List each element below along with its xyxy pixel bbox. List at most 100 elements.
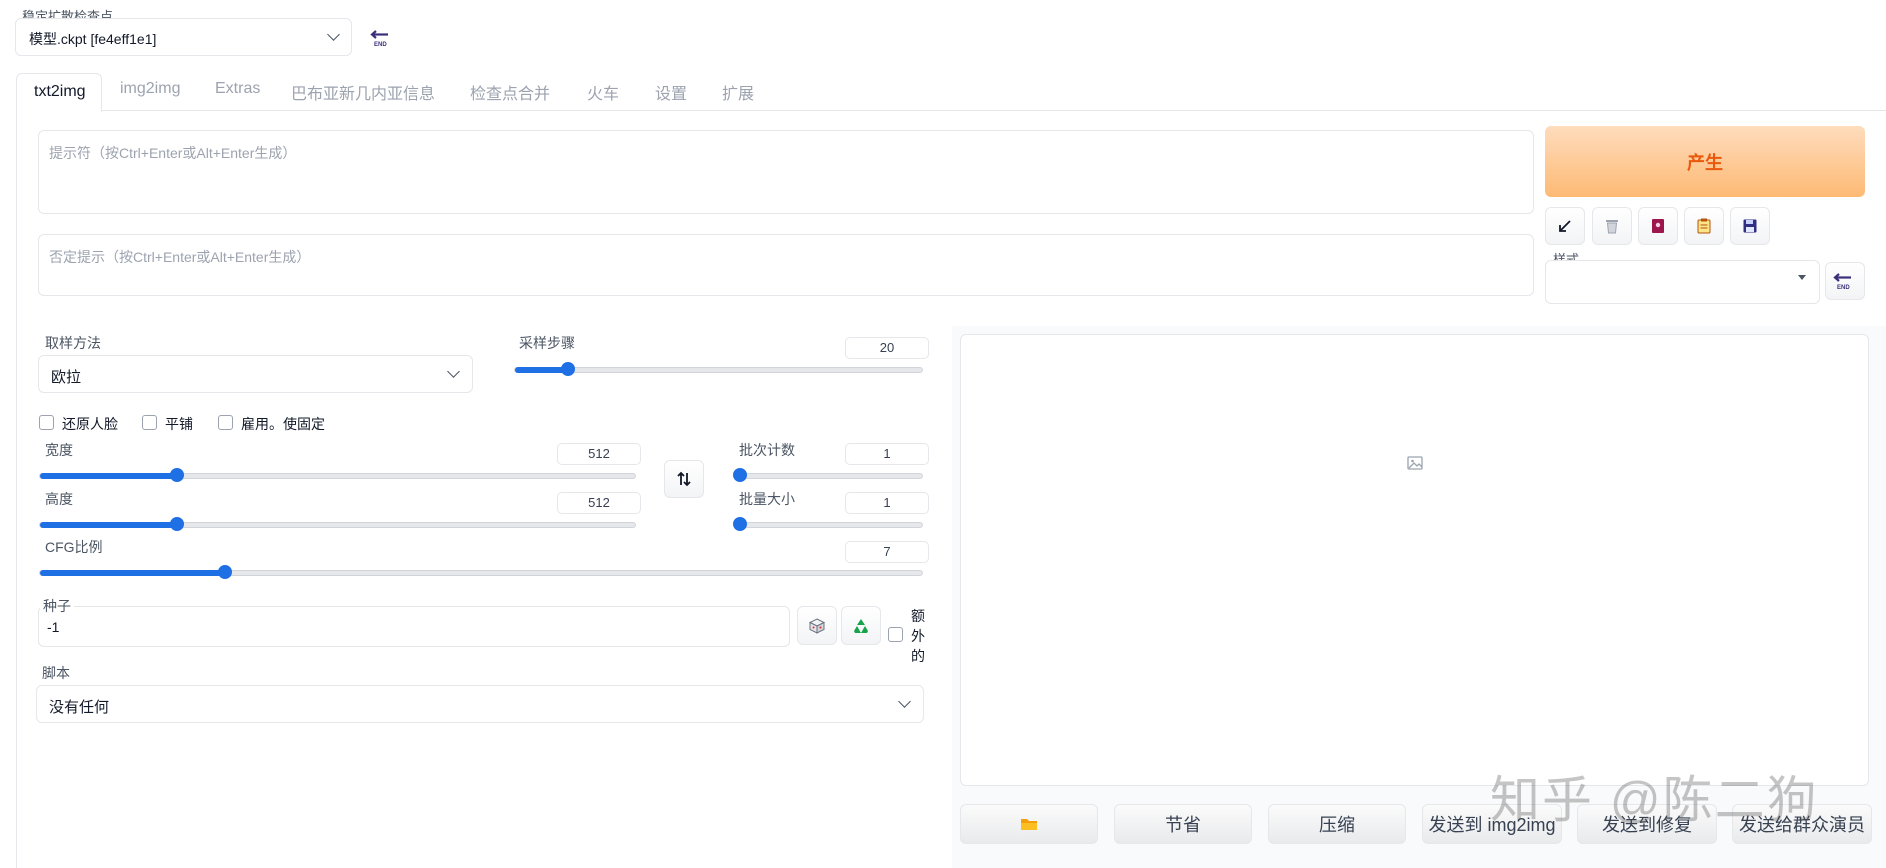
slider-thumb[interactable] xyxy=(169,517,184,531)
negative-prompt-placeholder: 否定提示（按Ctrl+Enter或Alt+Enter生成） xyxy=(49,249,311,265)
height-slider[interactable] xyxy=(39,517,636,531)
width-input[interactable]: 512 xyxy=(557,443,641,465)
chevron-down-icon xyxy=(447,365,460,378)
extra-seed-label-1: 额 xyxy=(911,608,925,624)
tab-label: txt2img xyxy=(34,83,86,100)
svg-text:END: END xyxy=(374,42,387,48)
slider-thumb[interactable] xyxy=(169,468,184,482)
extra-seed-label-2: 外 xyxy=(911,628,925,644)
end-arrow-icon: END xyxy=(370,30,388,48)
tab-train[interactable]: 火车 xyxy=(587,80,619,104)
tiling-checkbox[interactable] xyxy=(142,415,157,430)
panel-left-border xyxy=(16,110,17,868)
batch-size-input[interactable]: 1 xyxy=(845,492,929,514)
recycle-icon xyxy=(854,618,868,633)
seed-value: -1 xyxy=(47,619,60,635)
height-label: 高度 xyxy=(45,491,73,507)
slider-fill xyxy=(40,473,177,479)
cfg-scale-slider[interactable] xyxy=(39,565,923,579)
tab-png-info[interactable]: 巴布亚新几内亚信息 xyxy=(291,80,435,104)
slider-thumb[interactable] xyxy=(560,362,575,376)
refresh-checkpoint-button[interactable]: END xyxy=(370,26,394,50)
checkpoint-select[interactable]: 模型.ckpt [fe4eff1e1] xyxy=(15,18,352,56)
batch-size-slider[interactable] xyxy=(733,517,923,531)
dice-icon xyxy=(808,617,826,634)
hires-fix-label: 雇用。使固定 xyxy=(241,416,325,432)
width-slider[interactable] xyxy=(39,468,636,482)
width-label: 宽度 xyxy=(45,442,73,458)
tab-img2img[interactable]: img2img xyxy=(120,80,180,98)
slider-thumb[interactable] xyxy=(733,517,747,531)
height-input[interactable]: 512 xyxy=(557,492,641,514)
swap-icon xyxy=(677,471,691,487)
chevron-down-icon xyxy=(898,695,911,708)
sampling-steps-label: 采样步骤 xyxy=(519,335,575,351)
batch-count-label: 批次计数 xyxy=(739,442,795,458)
clipboard-icon xyxy=(1697,218,1711,234)
sampling-method-label: 取样方法 xyxy=(45,335,101,351)
seed-input[interactable]: -1 xyxy=(38,606,790,647)
output-gallery[interactable] xyxy=(960,334,1869,786)
zip-button[interactable]: 压缩 xyxy=(1268,804,1406,844)
extra-seed-checkbox[interactable] xyxy=(888,627,903,642)
sampling-method-select[interactable]: 欧拉 xyxy=(38,355,473,393)
sampling-steps-slider[interactable] xyxy=(514,362,923,376)
seed-label: 种子 xyxy=(40,596,74,616)
refresh-styles-button[interactable]: END xyxy=(1825,262,1865,300)
tiling-label: 平铺 xyxy=(165,416,193,432)
batch-size-label: 批量大小 xyxy=(739,491,795,507)
swap-dimensions-button[interactable] xyxy=(664,460,704,498)
slider-fill xyxy=(40,570,226,576)
folder-icon xyxy=(1021,819,1037,830)
generate-button[interactable]: 产生 xyxy=(1545,126,1865,197)
sampling-steps-input[interactable]: 20 xyxy=(845,337,929,359)
extra-networks-button[interactable] xyxy=(1638,207,1678,245)
read-params-button[interactable] xyxy=(1545,207,1585,245)
hires-fix-checkbox[interactable] xyxy=(218,415,233,430)
generate-label: 产生 xyxy=(1687,152,1723,173)
batch-count-slider[interactable] xyxy=(733,468,923,482)
tab-extras[interactable]: Extras xyxy=(215,80,260,98)
apply-style-button[interactable] xyxy=(1684,207,1724,245)
clear-prompt-button[interactable] xyxy=(1592,207,1632,245)
script-select[interactable]: 没有任何 xyxy=(36,685,924,723)
tab-settings[interactable]: 设置 xyxy=(655,80,687,104)
batch-count-input[interactable]: 1 xyxy=(845,443,929,465)
checkpoint-value: 模型.ckpt [fe4eff1e1] xyxy=(29,31,157,47)
save-icon xyxy=(1743,219,1757,233)
prompt-placeholder: 提示符（按Ctrl+Enter或Alt+Enter生成） xyxy=(49,145,297,161)
restore-faces-label: 还原人脸 xyxy=(62,416,118,432)
dropdown-chevron-icon xyxy=(1798,275,1806,280)
cfg-scale-label: CFG比例 xyxy=(45,539,103,555)
slider-thumb[interactable] xyxy=(218,565,233,579)
tab-checkpoint-merger[interactable]: 检查点合并 xyxy=(470,80,550,104)
restore-faces-checkbox[interactable] xyxy=(39,415,54,430)
open-folder-button[interactable] xyxy=(960,804,1098,844)
script-value: 没有任何 xyxy=(49,699,110,716)
image-icon xyxy=(1407,456,1423,470)
sampling-method-value: 欧拉 xyxy=(51,369,82,386)
slider-fill xyxy=(40,522,177,528)
end-arrow-icon: END xyxy=(1833,273,1851,291)
prompt-textarea[interactable]: 提示符（按Ctrl+Enter或Alt+Enter生成） xyxy=(38,130,1534,214)
random-seed-button[interactable] xyxy=(797,606,837,645)
trash-icon xyxy=(1606,220,1618,234)
chevron-down-icon xyxy=(327,28,340,41)
tab-divider xyxy=(16,110,1886,111)
slider-fill xyxy=(515,367,568,373)
book-icon xyxy=(1652,219,1664,233)
arrow-icon xyxy=(1559,220,1571,232)
styles-select[interactable] xyxy=(1545,260,1820,304)
svg-text:END: END xyxy=(1837,285,1850,291)
extra-seed-label-3: 的 xyxy=(911,648,925,664)
tab-txt2img[interactable]: txt2img xyxy=(16,73,102,112)
script-label: 脚本 xyxy=(42,665,70,681)
slider-thumb[interactable] xyxy=(733,468,747,482)
reuse-seed-button[interactable] xyxy=(841,606,881,645)
cfg-scale-input[interactable]: 7 xyxy=(845,541,929,563)
negative-prompt-textarea[interactable]: 否定提示（按Ctrl+Enter或Alt+Enter生成） xyxy=(38,234,1534,296)
save-button[interactable]: 节省 xyxy=(1114,804,1252,844)
watermark: 知乎 @陈二狗 xyxy=(1490,772,1819,828)
save-style-button[interactable] xyxy=(1730,207,1770,245)
tab-extensions[interactable]: 扩展 xyxy=(722,80,754,104)
